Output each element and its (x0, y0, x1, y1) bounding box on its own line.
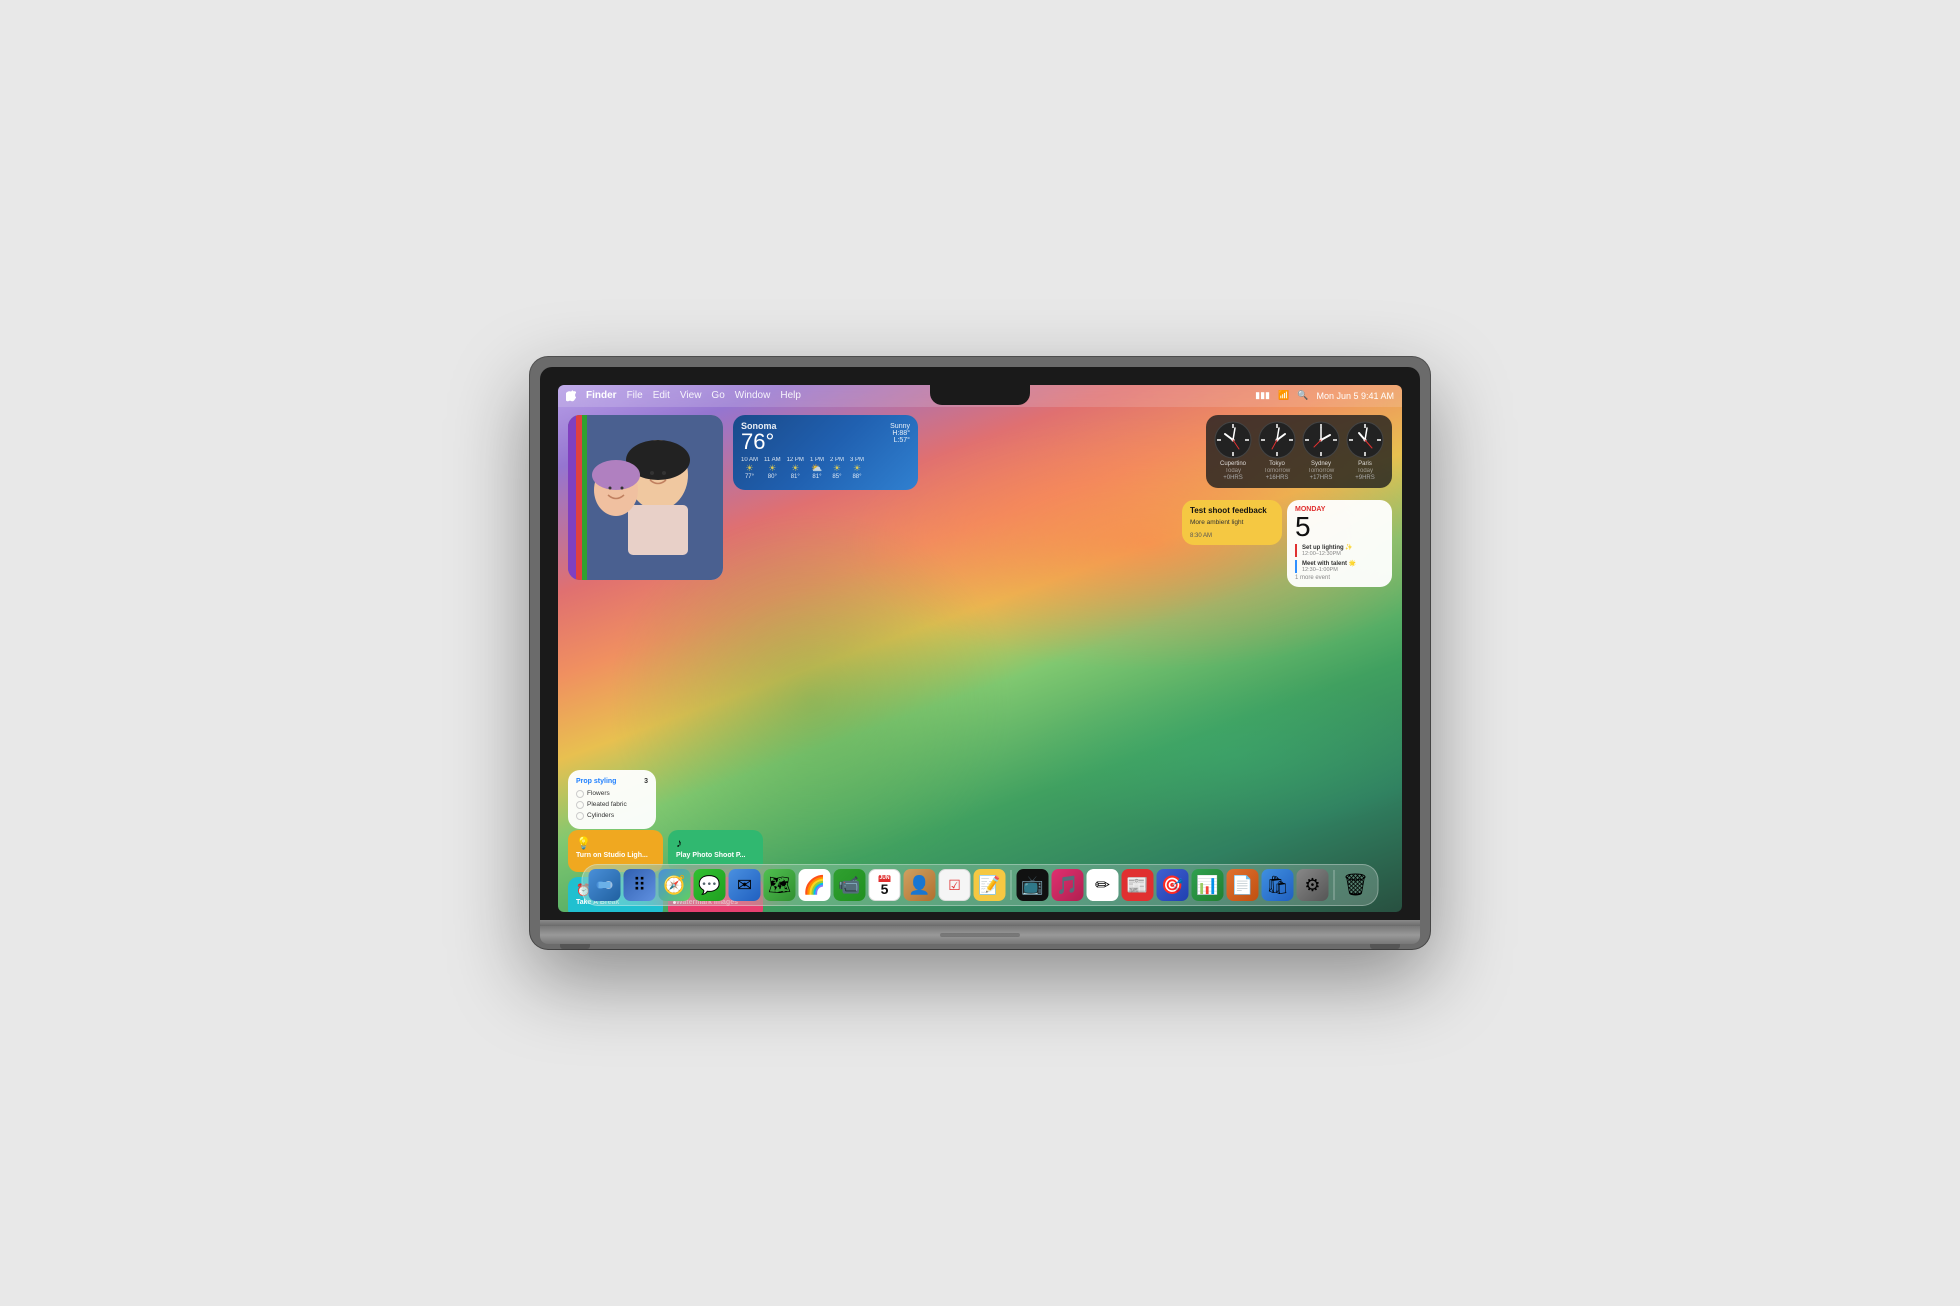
weather-condition: Sunny H:88° L:57° (890, 423, 910, 444)
forecast-11am: 11 AM☀80° (764, 457, 781, 480)
desktop: Finder File Edit View Go Window Help ▮▮▮… (558, 385, 1402, 913)
menu-go[interactable]: Go (711, 390, 724, 401)
menu-edit[interactable]: Edit (653, 390, 670, 401)
calendar-more: 1 more event (1295, 575, 1384, 581)
dock-icon-reminders[interactable]: ☑ (939, 869, 971, 901)
notes-title: Test shoot feedback (1190, 506, 1274, 515)
menu-view[interactable]: View (680, 390, 702, 401)
clock-sydney: SydneyTomorrow+17HRS (1302, 421, 1340, 483)
clock-tokyo: TokyoTomorrow+16HRS (1258, 421, 1296, 483)
dock-icon-facetime[interactable]: 📹 (834, 869, 866, 901)
calendar-widget: MONDAY 5 Set up lighting ✨ 12:00–12:30PM… (1287, 500, 1392, 587)
macbook-foot-left (560, 944, 590, 949)
cupertino-clock-face (1214, 421, 1252, 459)
forecast-2pm: 2 PM☀85° (830, 457, 844, 480)
calendar-event-1: Set up lighting ✨ 12:00–12:30PM (1295, 544, 1384, 557)
reminders-title: Prop styling (576, 778, 616, 785)
reminder-item-2: Pleated fabric (576, 801, 648, 809)
shortcut-photo-label: Play Photo Shoot P... (676, 852, 755, 860)
paris-label: ParisToday+9HRS (1355, 461, 1375, 483)
notch (930, 385, 1030, 405)
dock-icon-freeform[interactable]: ✏ (1087, 869, 1119, 901)
forecast-3pm: 3 PM☀88° (850, 457, 864, 480)
datetime-display: Mon Jun 5 9:41 AM (1316, 391, 1394, 401)
forecast-12pm: 12 PM☀81° (787, 457, 804, 480)
dock-icon-finder[interactable] (589, 869, 621, 901)
menu-help[interactable]: Help (780, 390, 801, 401)
clock-widgets: CupertinoToday+0HRS (1206, 415, 1392, 489)
clock-cupertino: CupertinoToday+0HRS (1214, 421, 1252, 483)
dock-icon-safari[interactable]: 🧭 (659, 869, 691, 901)
cupertino-label: CupertinoToday+0HRS (1220, 461, 1246, 483)
dock-icon-calendar[interactable]: JUN 5 (869, 869, 901, 901)
calendar-day: 5 (1295, 513, 1384, 541)
menu-file[interactable]: File (627, 390, 643, 401)
search-icon[interactable]: 🔍 (1297, 390, 1308, 401)
reminder-item-1: Flowers (576, 790, 648, 798)
reminders-widget: Prop styling 3 Flowers Pleated fabric Cy… (568, 770, 656, 829)
finder-app-name: Finder (586, 390, 617, 401)
dock-icon-pages[interactable]: 📄 (1227, 869, 1259, 901)
calendar-event-2: Meet with talent 🌟 12:30–1:00PM (1295, 560, 1384, 573)
battery-indicator: ▮▮▮ (1255, 390, 1270, 401)
dock-icon-numbers[interactable]: 📊 (1192, 869, 1224, 901)
tokyo-clock-face (1258, 421, 1296, 459)
notes-time: 8:30 AM (1190, 533, 1274, 539)
menubar-right: ▮▮▮ 📶 🔍 Mon Jun 5 9:41 AM (1255, 390, 1394, 401)
dock-icon-keynote[interactable]: 🎯 (1157, 869, 1189, 901)
screen-bezel: Finder File Edit View Go Window Help ▮▮▮… (540, 367, 1420, 921)
dock-icon-notes[interactable]: 📝 (974, 869, 1006, 901)
weather-forecast-row: 10 AM☀77° 11 AM☀80° 12 PM☀81° 1 PM⛅81° 2 (741, 457, 910, 480)
dock-icon-photos[interactable]: 🌈 (799, 869, 831, 901)
forecast-10am: 10 AM☀77° (741, 457, 758, 480)
macbook-foot-right (1370, 944, 1400, 949)
sydney-clock-face (1302, 421, 1340, 459)
dock-icon-mail[interactable]: ✉ (729, 869, 761, 901)
forecast-1pm: 1 PM⛅81° (810, 457, 824, 480)
tokyo-label: TokyoTomorrow+16HRS (1264, 461, 1290, 483)
dock-divider-2 (1334, 870, 1335, 900)
wifi-icon: 📶 (1278, 390, 1289, 401)
dock-icon-contacts[interactable]: 👤 (904, 869, 936, 901)
weather-widget: Sonoma 76° Sunny H:88° L:57° 10 AM☀77° 1… (733, 415, 918, 490)
weather-city-name: Sonoma (741, 421, 910, 431)
dock-icon-launchpad[interactable]: ⠿ (624, 869, 656, 901)
paris-clock-face (1346, 421, 1384, 459)
dock-divider (1011, 870, 1012, 900)
menubar-menu-items: File Edit View Go Window Help (627, 390, 801, 401)
weather-temperature: 76° (741, 431, 910, 453)
reminders-count: 3 (644, 778, 648, 785)
dock-icon-appstore[interactable]: 🛍 (1262, 869, 1294, 901)
notes-body: More ambient light (1190, 518, 1274, 527)
reminder-item-3: Cylinders (576, 812, 648, 820)
macbook-feet (540, 944, 1420, 949)
sydney-label: SydneyTomorrow+17HRS (1308, 461, 1334, 483)
clock-paris: ParisToday+9HRS (1346, 421, 1384, 483)
macbook-container: Finder File Edit View Go Window Help ▮▮▮… (530, 357, 1430, 950)
dock-icon-appletv[interactable]: 📺 (1017, 869, 1049, 901)
dock-icon-maps[interactable]: 🗺 (764, 869, 796, 901)
photo-widget (568, 415, 723, 580)
macbook-trackpad-hint (940, 933, 1020, 937)
apple-logo-icon[interactable] (566, 390, 576, 402)
dock-icon-trash[interactable]: 🗑 (1340, 869, 1372, 901)
dock-icon-messages[interactable]: 💬 (694, 869, 726, 901)
dock: ⠿ 🧭 💬 ✉ 🗺 🌈 (582, 864, 1379, 906)
macbook-base (540, 926, 1420, 944)
shortcut-studio-label: Turn on Studio Ligh... (576, 852, 655, 860)
dock-icon-news[interactable]: 📰 (1122, 869, 1154, 901)
macbook-screen: Finder File Edit View Go Window Help ▮▮▮… (558, 385, 1402, 913)
menu-window[interactable]: Window (735, 390, 771, 401)
notes-widget: Test shoot feedback More ambient light 8… (1182, 500, 1282, 545)
dock-icon-music[interactable]: 🎵 (1052, 869, 1084, 901)
macbook-chin (558, 912, 1402, 920)
dock-icon-systemprefs[interactable]: ⚙ (1297, 869, 1329, 901)
